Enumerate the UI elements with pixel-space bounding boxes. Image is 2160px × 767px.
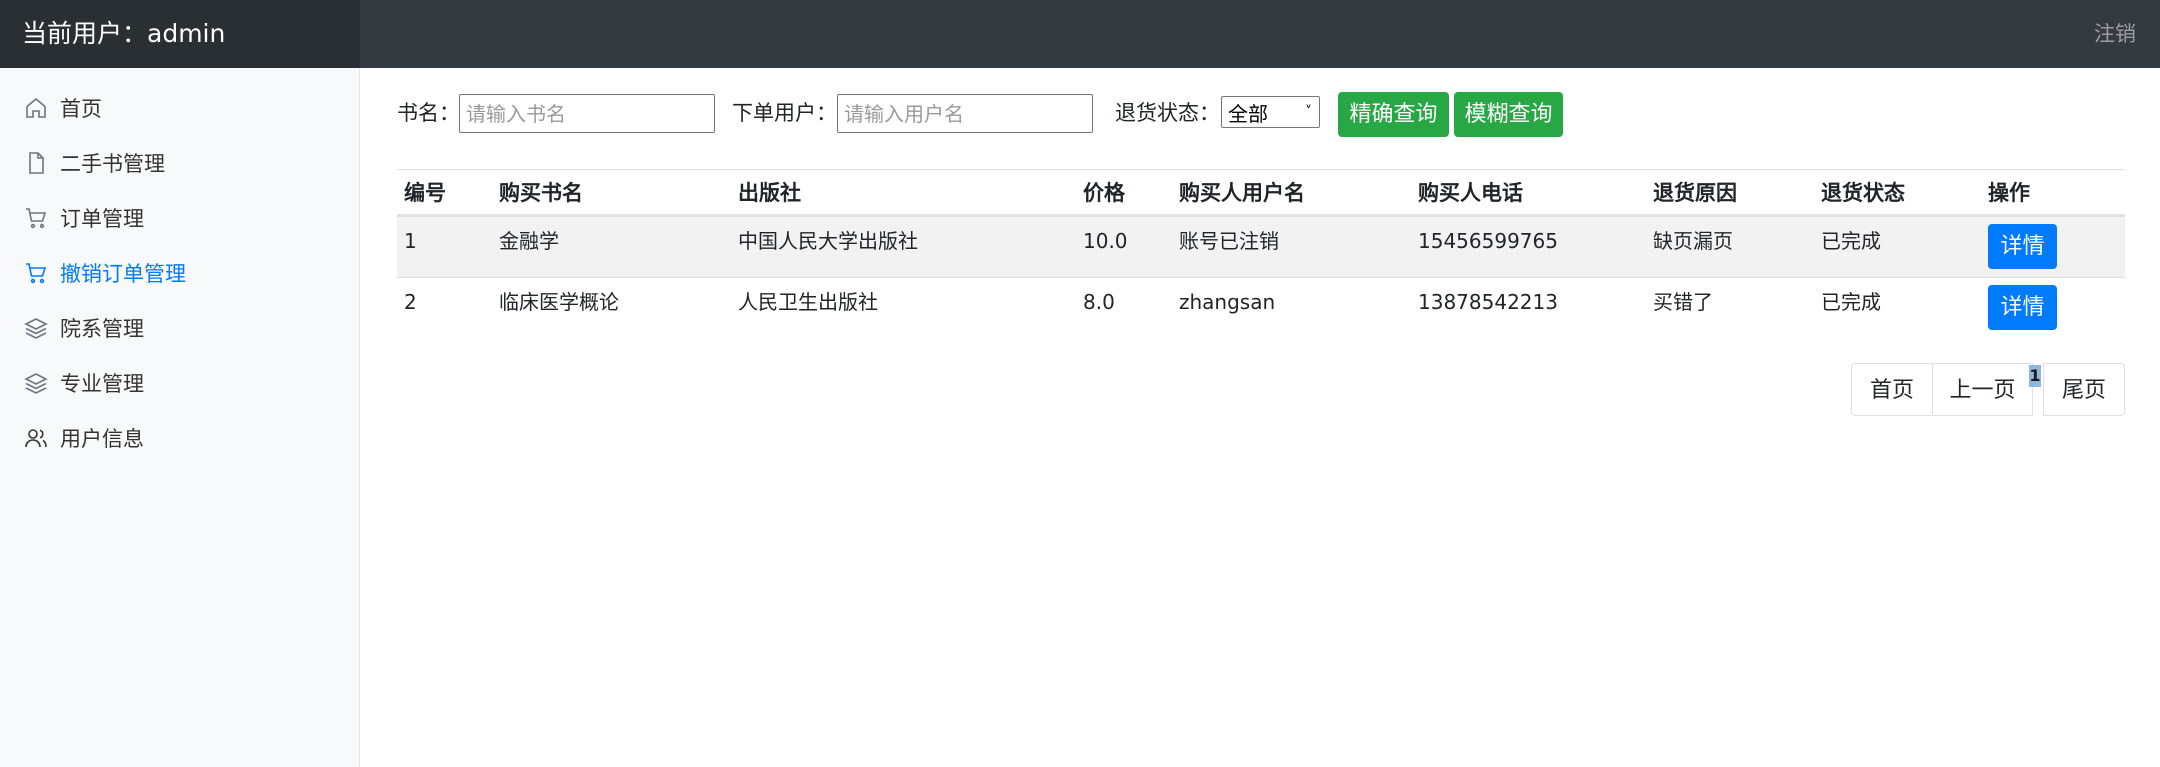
sidebar-item-label: 二手书管理 (60, 151, 165, 176)
detail-button[interactable]: 详情 (1988, 224, 2057, 269)
book-name-label: 书名： (397, 101, 460, 125)
fuzzy-search-button[interactable]: 模糊查询 (1454, 92, 1563, 137)
sidebar-item-cancel-orders[interactable]: 撤销订单管理 (0, 245, 359, 300)
sidebar-item-label: 撤销订单管理 (60, 261, 186, 286)
cell-id: 2 (404, 290, 417, 314)
chevron-down-icon: ˅ (1305, 104, 1312, 120)
sidebar: 首页 二手书管理 订单管理 撤销订单管理 院系管理 专业管理 用户信息 (0, 68, 360, 767)
table-row: 1 金融学 中国人民大学出版社 10.0 账号已注销 15456599765 缺… (397, 216, 2125, 277)
cell-publisher: 人民卫生出版社 (738, 290, 878, 314)
logout-link[interactable]: 注销 (2094, 0, 2136, 68)
sidebar-item-majors[interactable]: 专业管理 (0, 355, 359, 410)
cell-price: 10.0 (1083, 229, 1128, 253)
current-user-label: 当前用户：admin (0, 0, 360, 68)
sidebar-item-label: 院系管理 (60, 316, 144, 341)
cart-icon (24, 261, 48, 285)
column-header: 退货状态 (1821, 181, 1905, 205)
prev-page-button[interactable]: 上一页 (1932, 363, 2033, 416)
column-header: 购买人用户名 (1179, 181, 1305, 205)
cell-buyer-username: zhangsan (1179, 290, 1276, 314)
cell-publisher: 中国人民大学出版社 (738, 229, 918, 253)
return-status-label: 退货状态： (1115, 101, 1220, 125)
cell-return-reason: 买错了 (1653, 290, 1713, 314)
home-icon (24, 96, 48, 120)
sidebar-item-label: 用户信息 (60, 426, 144, 451)
cell-id: 1 (404, 229, 417, 253)
sidebar-item-label: 订单管理 (60, 206, 144, 231)
cell-return-status: 已完成 (1821, 229, 1881, 253)
column-header: 购买书名 (499, 181, 583, 205)
sidebar-item-books[interactable]: 二手书管理 (0, 135, 359, 190)
cell-return-status: 已完成 (1821, 290, 1881, 314)
filter-bar: 书名： 下单用户： 退货状态： 全部 ˅ 精确查询 模糊查询 (397, 92, 2125, 137)
sidebar-item-home[interactable]: 首页 (0, 80, 359, 135)
cart-icon (24, 206, 48, 230)
return-status-value: 全部 (1228, 101, 1268, 126)
cell-buyer-phone: 15456599765 (1418, 229, 1558, 253)
order-user-label: 下单用户： (732, 101, 837, 125)
file-icon (24, 151, 48, 175)
sidebar-item-label: 专业管理 (60, 371, 144, 396)
sidebar-item-departments[interactable]: 院系管理 (0, 300, 359, 355)
cell-return-reason: 缺页漏页 (1653, 229, 1733, 253)
book-name-input[interactable] (459, 94, 715, 133)
order-user-input[interactable] (837, 94, 1093, 133)
users-icon (24, 426, 48, 450)
cancel-orders-table: 编号 购买书名 出版社 价格 购买人用户名 购买人电话 退货原因 退货状态 操作… (397, 169, 2125, 338)
column-header: 退货原因 (1653, 181, 1737, 205)
column-header: 购买人电话 (1418, 181, 1523, 205)
cell-book-name: 金融学 (499, 229, 559, 253)
first-page-button[interactable]: 首页 (1851, 363, 1933, 416)
cell-price: 8.0 (1083, 290, 1115, 314)
exact-search-button[interactable]: 精确查询 (1338, 92, 1449, 137)
cell-buyer-username: 账号已注销 (1179, 229, 1279, 253)
cell-buyer-phone: 13878542213 (1418, 290, 1558, 314)
last-page-button[interactable]: 尾页 (2043, 363, 2125, 416)
cell-book-name: 临床医学概论 (499, 290, 619, 314)
column-header: 价格 (1083, 181, 1125, 205)
table-row: 2 临床医学概论 人民卫生出版社 8.0 zhangsan 1387854221… (397, 277, 2125, 338)
return-status-select[interactable]: 全部 ˅ (1221, 96, 1320, 128)
sidebar-item-users[interactable]: 用户信息 (0, 410, 359, 465)
sidebar-item-orders[interactable]: 订单管理 (0, 190, 359, 245)
sidebar-item-label: 首页 (60, 96, 102, 121)
current-page-number[interactable]: 1 (2029, 365, 2041, 387)
detail-button[interactable]: 详情 (1988, 285, 2057, 330)
top-navbar: 当前用户：admin 注销 (0, 0, 2160, 68)
column-header: 编号 (404, 181, 446, 205)
column-header: 出版社 (738, 181, 801, 205)
column-header: 操作 (1988, 181, 2030, 205)
layers-icon (24, 316, 48, 340)
layers-icon (24, 371, 48, 395)
table-header-row: 编号 购买书名 出版社 价格 购买人用户名 购买人电话 退货原因 退货状态 操作 (397, 170, 2125, 216)
